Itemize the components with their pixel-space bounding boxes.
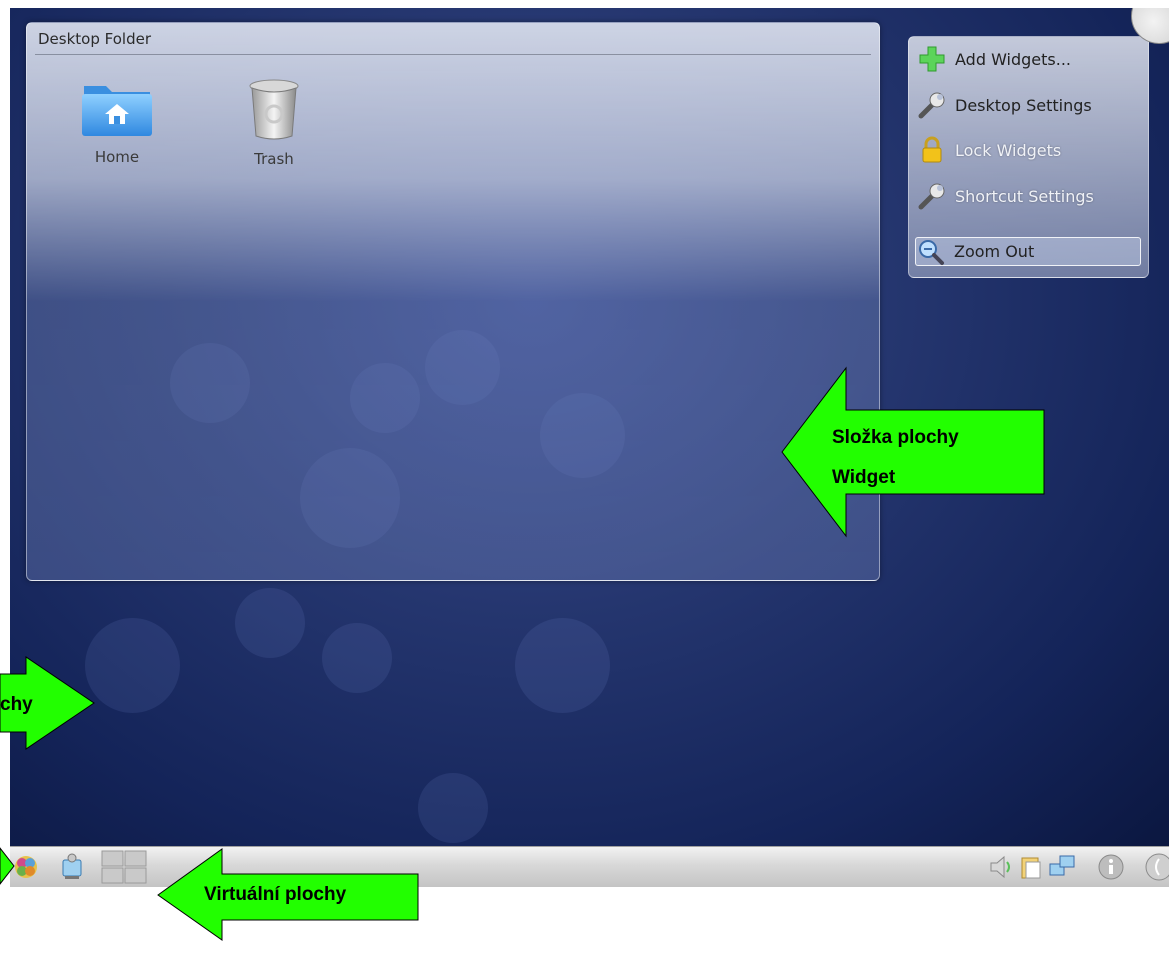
info-icon[interactable]	[1095, 851, 1127, 883]
lock-widgets-label: Lock Widgets	[955, 140, 1062, 160]
desktop-settings-label: Desktop Settings	[955, 95, 1092, 115]
desktop-toolbox: Add Widgets... Desktop Settings Lock Wid…	[908, 36, 1149, 278]
folder-divider	[35, 54, 871, 55]
trash-icon	[249, 79, 299, 140]
trash-label: Trash	[254, 150, 294, 168]
left-annotation-label: chy	[0, 694, 33, 715]
zoom-out-label: Zoom Out	[954, 242, 1035, 261]
lock-widgets-item[interactable]: Lock Widgets	[917, 133, 1141, 167]
zoom-out-item[interactable]: Zoom Out	[915, 237, 1141, 266]
shortcut-settings-item[interactable]: Shortcut Settings	[917, 179, 1141, 213]
pager-icon[interactable]	[100, 850, 148, 884]
home-label: Home	[94, 148, 140, 166]
home-folder-icon	[82, 86, 152, 136]
clipboard-icon[interactable]	[1015, 851, 1047, 883]
cashew-icon[interactable]	[1140, 851, 1169, 883]
network-tray-icon[interactable]	[1046, 851, 1078, 883]
wrench-icon	[917, 90, 947, 120]
plus-icon	[917, 44, 947, 74]
folder-widget-annotation-line1: Složka plochy	[832, 427, 959, 448]
panel-left-arrow	[0, 847, 15, 885]
wrench-icon	[917, 181, 947, 211]
desktop-folder-widget[interactable]: Desktop Folder Home Trash	[26, 22, 880, 581]
virtual-desktops-annotation: Virtuální plochy	[204, 884, 347, 905]
folder-widget-arrow	[781, 366, 1045, 538]
trash[interactable]: Trash	[219, 78, 329, 168]
lock-icon	[917, 135, 947, 165]
volume-icon[interactable]	[985, 851, 1017, 883]
shortcut-settings-label: Shortcut Settings	[955, 186, 1094, 206]
home-folder[interactable]: Home	[62, 78, 172, 166]
add-widgets-item[interactable]: Add Widgets...	[917, 42, 1141, 76]
network-icon[interactable]	[56, 851, 88, 883]
zoom-out-icon	[916, 237, 946, 267]
folder-title: Desktop Folder	[38, 30, 151, 48]
folder-widget-annotation-line2: Widget	[832, 467, 896, 488]
desktop-settings-item[interactable]: Desktop Settings	[917, 88, 1141, 122]
add-widgets-label: Add Widgets...	[955, 49, 1071, 69]
